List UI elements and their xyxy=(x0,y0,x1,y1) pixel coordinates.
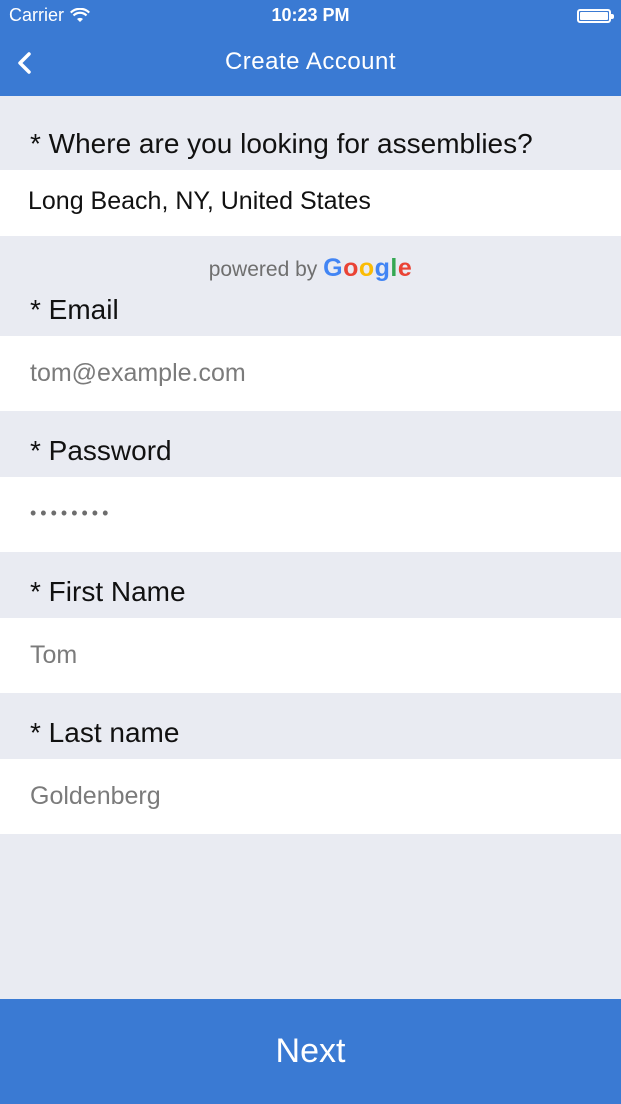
page-title: Create Account xyxy=(224,48,397,75)
first-name-label: * First Name xyxy=(30,576,186,607)
next-button[interactable]: Next xyxy=(0,999,621,1104)
first-name-placeholder: Tom xyxy=(30,641,78,669)
location-label: * Where are you looking for assemblies? xyxy=(30,128,533,159)
email-field[interactable]: tom@example.com xyxy=(0,336,621,411)
last-name-field[interactable]: Goldenberg xyxy=(0,759,621,834)
status-bar: Carrier 10:23 PM xyxy=(0,0,621,32)
powered-by-text: powered by xyxy=(208,258,318,281)
last-name-placeholder: Goldenberg xyxy=(30,782,161,810)
password-label: * Password xyxy=(30,435,172,466)
password-value: •••••••• xyxy=(30,503,113,523)
email-placeholder: tom@example.com xyxy=(30,359,246,387)
location-value: Long Beach, NY, United States xyxy=(28,187,371,215)
battery-icon xyxy=(577,9,614,23)
last-name-label: * Last name xyxy=(30,717,180,748)
status-time: 10:23 PM xyxy=(271,5,350,25)
password-field[interactable]: •••••••• xyxy=(0,477,621,552)
powered-by-google: powered by Google xyxy=(0,254,621,283)
nav-bar: Create Account xyxy=(0,32,621,96)
first-name-field[interactable]: Tom xyxy=(0,618,621,693)
google-logo: Google xyxy=(323,254,413,282)
email-label: * Email xyxy=(30,294,119,325)
header: Carrier 10:23 PM Create Account xyxy=(0,0,621,96)
location-field[interactable]: Long Beach, NY, United States xyxy=(0,170,621,236)
